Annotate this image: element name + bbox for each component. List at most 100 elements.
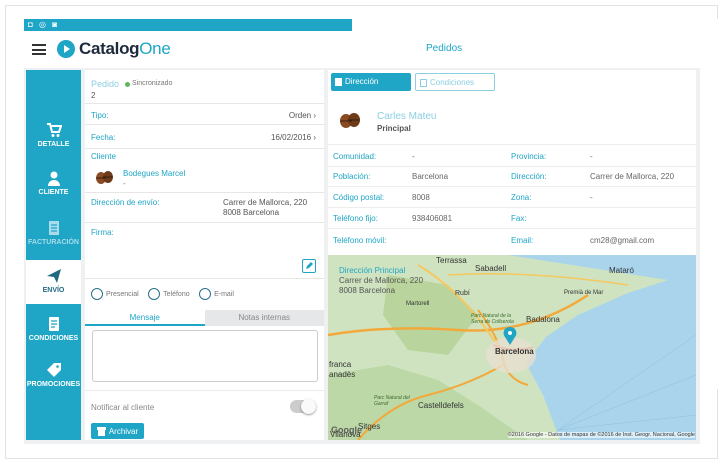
radio-email[interactable]: E-mail bbox=[199, 288, 234, 300]
field-key: Teléfono fijo: bbox=[333, 214, 378, 223]
field-value: - bbox=[590, 193, 593, 202]
barrel-avatar-icon bbox=[96, 171, 113, 184]
menu-icon[interactable] bbox=[32, 44, 46, 55]
field-value: Barcelona bbox=[412, 172, 449, 181]
field-key: Comunidad: bbox=[333, 152, 377, 161]
tab-condiciones[interactable]: Condiciones bbox=[415, 73, 495, 91]
cliente-name: Bodegues Marcel bbox=[123, 169, 186, 178]
tipo-value: Orden › bbox=[288, 111, 316, 120]
order-number: 2 bbox=[91, 91, 96, 100]
firma-label: Firma: bbox=[91, 228, 114, 237]
map-address-title: Dirección Principal bbox=[339, 266, 406, 275]
message-tabs: Mensaje Notas internas bbox=[85, 310, 324, 326]
field-key: Zona: bbox=[511, 193, 532, 202]
sync-status: Sincronizado bbox=[132, 80, 173, 87]
order-panel: Pedido Sincronizado 2 Tipo: Orden › Fech… bbox=[85, 70, 324, 440]
cliente-label: Cliente bbox=[91, 152, 116, 161]
cliente-row[interactable]: Cliente Bodegues Marcel - bbox=[85, 149, 324, 193]
map-label: Castelldefels bbox=[418, 401, 464, 410]
brand-catalog: Catalog bbox=[79, 39, 140, 58]
field-value: 938406081 bbox=[412, 214, 453, 223]
chevron-right-icon: › bbox=[313, 133, 316, 142]
sidebar-item-facturacion[interactable]: FACTURACIÓN bbox=[26, 220, 81, 246]
sidebar-item-cliente[interactable]: CLIENTE bbox=[26, 170, 81, 196]
field-key: Email: bbox=[511, 236, 534, 245]
cart-icon bbox=[46, 123, 62, 137]
brand-one: One bbox=[139, 39, 171, 58]
sidebar-item-label: PROMOCIONES bbox=[26, 381, 81, 388]
map-label: Premià de Mar bbox=[564, 290, 604, 296]
map-label: Parc Natural de la Serra de Collserola bbox=[471, 313, 514, 325]
divider bbox=[85, 390, 324, 391]
field-key: Fax: bbox=[511, 214, 527, 223]
chevron-right-icon: › bbox=[313, 111, 316, 120]
contact-role: Principal bbox=[377, 124, 411, 133]
google-logo: Google bbox=[331, 425, 362, 435]
envio-row: Dirección de envío: Carrer de Mallorca, … bbox=[85, 193, 324, 223]
contact-method-group: Presencial Teléfono E-mail bbox=[91, 287, 239, 305]
map-view[interactable]: Dirección Principal Carrer de Mallorca, … bbox=[328, 255, 696, 440]
sidebar-item-promociones[interactable]: PROMOCIONES bbox=[26, 362, 81, 388]
sidebar-item-label: CLIENTE bbox=[38, 189, 69, 196]
brand-logo: CatalogOne bbox=[57, 39, 171, 59]
map-label: Sabadell bbox=[475, 264, 507, 273]
pencil-icon bbox=[306, 262, 313, 269]
sync-status-icon bbox=[125, 82, 130, 87]
field-value: cm28@gmail.com bbox=[590, 236, 655, 245]
radio-telefono[interactable]: Teléfono bbox=[148, 288, 190, 300]
contact-name: Carles Mateu bbox=[377, 111, 437, 122]
notify-label: Notificar al cliente bbox=[91, 403, 155, 412]
map-label: Martorell bbox=[406, 301, 430, 307]
map-label: Parc Natural del Garraf bbox=[374, 395, 410, 407]
fecha-label: Fecha: bbox=[91, 133, 116, 142]
map-label: Barcelona bbox=[495, 347, 534, 356]
sidebar-item-label: DETALLE bbox=[37, 141, 70, 148]
conditions-tab-icon bbox=[420, 79, 427, 87]
edit-signature-button[interactable] bbox=[302, 259, 316, 273]
person-icon bbox=[47, 171, 60, 186]
notify-toggle[interactable] bbox=[290, 399, 316, 414]
tipo-row[interactable]: Tipo: Orden › bbox=[85, 104, 324, 125]
map-address-line1: Carrer de Mallorca, 220 bbox=[339, 276, 424, 285]
firma-row[interactable]: Firma: bbox=[85, 223, 324, 279]
page-title: Pedidos bbox=[426, 43, 463, 54]
send-icon bbox=[46, 269, 61, 283]
status-icons: ◘ ◎ ◙ bbox=[28, 20, 60, 29]
archive-icon bbox=[96, 426, 106, 436]
map-address-overlay: Dirección Principal Carrer de Mallorca, … bbox=[339, 266, 423, 296]
sidebar-item-label: CONDICIONES bbox=[28, 335, 79, 342]
field-value: - bbox=[590, 152, 593, 161]
sidebar-item-condiciones[interactable]: CONDICIONES bbox=[26, 316, 81, 342]
message-textarea[interactable] bbox=[92, 330, 318, 382]
field-value: Carrer de Mallorca, 220 bbox=[590, 172, 675, 181]
tab-direccion[interactable]: Dirección bbox=[331, 73, 411, 91]
map-label: Rubí bbox=[455, 290, 470, 297]
radio-presencial[interactable]: Presencial bbox=[91, 288, 139, 300]
address-tab-icon bbox=[335, 78, 342, 86]
play-logo-icon bbox=[57, 40, 75, 58]
field-key: Provincia: bbox=[511, 152, 547, 161]
envio-line2: 8008 Barcelona bbox=[223, 208, 280, 217]
field-key: Dirección: bbox=[511, 172, 547, 181]
contact-card[interactable]: Carles Mateu Principal bbox=[328, 95, 696, 145]
wifi-icon: ᯤ bbox=[352, 21, 361, 31]
tab-mensaje[interactable]: Mensaje bbox=[85, 310, 205, 326]
archive-button[interactable]: Archivar bbox=[91, 423, 144, 439]
map-attribution: ©2016 Google - Datos de mapas de ©2016 d… bbox=[507, 432, 695, 438]
field-key: Población: bbox=[333, 172, 371, 181]
conditions-icon bbox=[48, 317, 59, 331]
sidebar-item-label: FACTURACIÓN bbox=[28, 239, 79, 246]
tipo-label: Tipo: bbox=[91, 111, 109, 120]
tab-notas-internas[interactable]: Notas internas bbox=[204, 310, 324, 326]
map-label: anadès bbox=[329, 370, 356, 379]
clock: 17:25 bbox=[384, 21, 408, 31]
pedido-label: Pedido bbox=[91, 79, 120, 89]
sidebar-item-envio[interactable]: ENVÍO bbox=[26, 260, 81, 304]
sidebar-item-label: ENVÍO bbox=[42, 287, 65, 294]
fecha-row[interactable]: Fecha: 16/02/2016 › bbox=[85, 125, 324, 149]
sidebar: DETALLE CLIENTE FACTURACIÓN ENVÍO CONDIC… bbox=[26, 70, 81, 440]
order-header: Pedido Sincronizado 2 bbox=[85, 70, 324, 104]
battery-icon: ▯ bbox=[377, 21, 383, 31]
sidebar-item-detalle[interactable]: DETALLE bbox=[26, 122, 81, 148]
status-bar: ◘ ◎ ◙ ᯤ 13% ▯ 17:25 bbox=[24, 19, 720, 389]
